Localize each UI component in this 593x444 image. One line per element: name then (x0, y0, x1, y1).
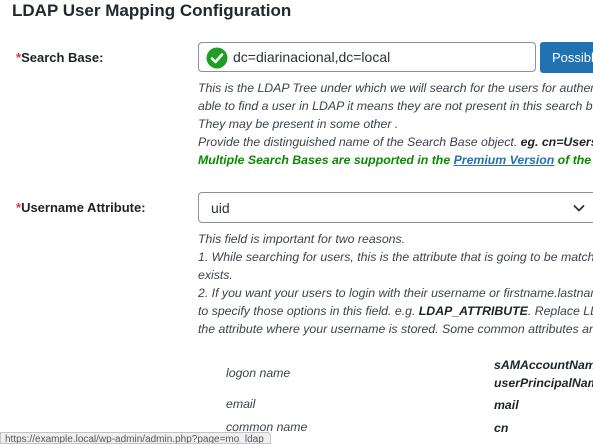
username-attribute-help: This field is important for two reasons.… (198, 230, 593, 338)
attribute-value: sAMAccountName (494, 358, 593, 372)
attribute-value: userPrincipalName (494, 376, 593, 390)
page-title: LDAP User Mapping Configuration (12, 1, 292, 20)
example-text: eg. cn=Users,dc=domain,dc=com (520, 135, 593, 149)
search-base-help: This is the LDAP Tree under which we wil… (198, 79, 593, 169)
attribute-value: mail (494, 398, 519, 412)
help-line: Provide the distinguished name of the Se… (198, 133, 593, 151)
help-line: able to find a user in LDAP it means the… (198, 99, 593, 113)
attribute-name: logon name (226, 366, 291, 380)
premium-version-link[interactable]: Premium Version (454, 153, 555, 167)
help-line: This is the LDAP Tree under which we wil… (198, 81, 593, 95)
help-text: to specify those options in this field. … (198, 304, 419, 318)
help-line: 1. While searching for users, this is th… (198, 250, 593, 264)
search-base-input[interactable]: dc=diarinacional,dc=local (198, 42, 536, 72)
help-line: the attribute where your username is sto… (198, 322, 593, 336)
search-base-label-text: Search Base: (21, 50, 104, 65)
username-attribute-label: *Username Attribute: (16, 200, 146, 215)
premium-note-pre: Multiple Search Bases are supported in t… (198, 153, 454, 167)
search-base-value: dc=diarinacional,dc=local (233, 49, 391, 65)
browser-status-bar: https://example.local/wp-admin/admin.php… (0, 432, 271, 444)
chevron-down-icon (573, 205, 585, 212)
username-attribute-label-text: Username Attribute: (21, 200, 146, 215)
help-line: This field is important for two reasons. (198, 232, 406, 246)
help-text: Provide the distinguished name of the Se… (198, 135, 521, 149)
attribute-value: cn (494, 421, 509, 435)
possible-search-bases-button[interactable]: Possible Search Bases (540, 42, 593, 73)
username-attribute-select[interactable]: uid (198, 192, 593, 223)
help-line: 2. If you want your users to login with … (198, 286, 593, 300)
help-text: . Replace LDAP_ATTRIBUTE with (527, 304, 593, 318)
check-circle-icon (206, 47, 228, 69)
help-line: to specify those options in this field. … (198, 302, 593, 320)
premium-note-post: of the plugin. (557, 153, 593, 167)
premium-note: Multiple Search Bases are supported in t… (198, 151, 593, 169)
ldap-attribute-text: LDAP_ATTRIBUTE (418, 304, 528, 318)
help-line: They may be present in some other . (198, 117, 399, 131)
attribute-name: email (226, 397, 256, 411)
search-base-label: *Search Base: (16, 50, 103, 65)
help-line: exists. (198, 268, 233, 282)
selected-value: uid (211, 200, 230, 216)
